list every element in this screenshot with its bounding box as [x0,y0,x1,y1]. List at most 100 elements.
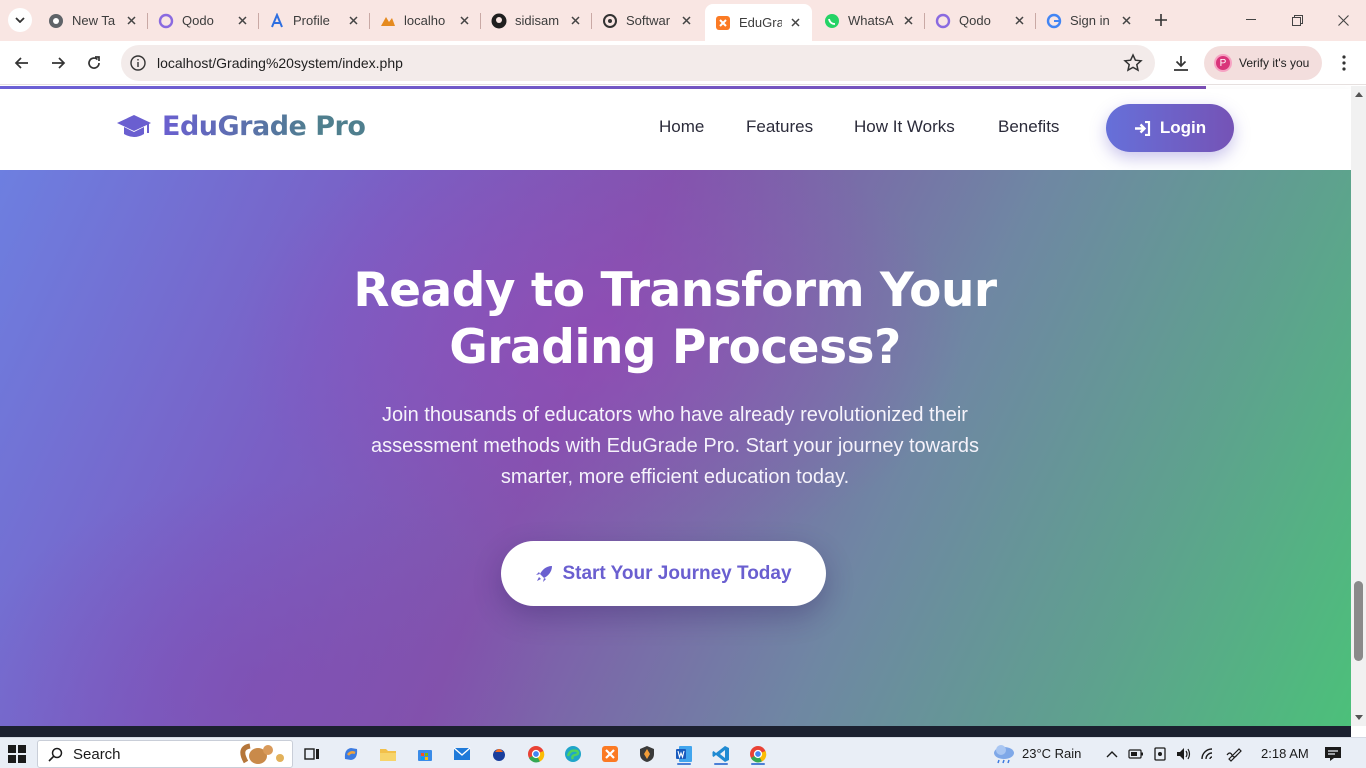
nav-link-benefits[interactable]: Benefits [998,117,1059,137]
google-icon [1046,13,1062,29]
copilot-icon[interactable] [340,743,362,765]
file-explorer-icon[interactable] [377,743,399,765]
browser-menu-button[interactable] [1332,50,1356,76]
nav-link-home[interactable]: Home [659,117,704,137]
pen-input-icon[interactable] [1224,743,1246,765]
forward-button[interactable] [44,49,72,77]
more-vertical-icon [1342,55,1346,71]
taskbar-search-box[interactable]: Search [37,740,293,768]
xampp-icon [715,15,731,31]
start-journey-button[interactable]: Start Your Journey Today [501,541,826,606]
download-icon [1174,56,1188,71]
site-logo[interactable]: EduGrade Pro [116,111,366,142]
close-tab-icon[interactable] [457,14,471,28]
browser-tab[interactable]: sidisam [481,6,592,35]
page-scrollbar[interactable] [1351,86,1366,726]
whatsapp-icon [824,13,840,29]
edge-icon[interactable] [562,743,584,765]
close-window-button[interactable] [1320,6,1366,34]
volume-icon[interactable] [1172,743,1194,765]
xampp-taskbar-icon[interactable] [599,743,621,765]
chrome-taskbar-icon[interactable] [525,743,547,765]
browser-tab[interactable]: Qodo [148,6,259,35]
search-highlight-squirrel-icon [240,743,284,764]
meet-now-icon[interactable] [1149,743,1171,765]
nav-link-how-it-works[interactable]: How It Works [854,117,955,137]
tab-title: Qodo [182,13,214,28]
show-hidden-icons-chevron-icon[interactable] [1101,743,1123,765]
plus-icon [1155,14,1167,26]
browser-tab[interactable]: Profile [259,6,370,35]
tab-title: EduGra [739,15,782,30]
vscode-icon[interactable] [710,743,732,765]
browser-tab-active[interactable]: EduGra [705,4,812,41]
notifications-icon[interactable] [1322,743,1344,765]
scrollbar-thumb[interactable] [1354,581,1363,661]
tab-title: Profile [293,13,330,28]
tab-search-button[interactable] [8,8,32,32]
scroll-up-arrow-icon[interactable] [1354,90,1363,99]
hero-subtitle: Join thousands of educators who have alr… [370,404,980,488]
hero-title-line-1: Ready to Transform Your [353,263,997,318]
login-button[interactable]: Login [1106,104,1234,152]
close-tab-icon[interactable] [788,16,802,30]
arrow-left-icon [14,57,28,69]
profile-a-icon [269,12,285,29]
profile-verify-button[interactable]: P Verify it's you [1204,46,1322,80]
browser-tab-strip: New Ta Qodo Profile localho sidisam Soft… [0,0,1366,41]
back-button[interactable] [8,49,36,77]
close-tab-icon[interactable] [679,14,693,28]
close-tab-icon[interactable] [1012,14,1026,28]
microsoft-store-icon[interactable] [414,743,436,765]
weather-text[interactable]: 23°C Rain [1022,746,1081,761]
close-tab-icon[interactable] [235,14,249,28]
weather-rain-icon[interactable] [992,743,1016,765]
browser-tab[interactable]: WhatsA [814,6,925,35]
brand-name: EduGrade Pro [162,111,366,142]
new-tab-button[interactable] [1149,8,1173,32]
battery-icon[interactable] [1125,743,1147,765]
tab-title: WhatsA [848,13,894,28]
chrome-active-icon[interactable] [747,743,769,765]
site-info-icon[interactable] [129,54,147,72]
browser-tab[interactable]: Softwar [592,6,703,35]
task-view-icon[interactable] [301,743,323,765]
close-tab-icon[interactable] [124,14,138,28]
close-icon [1337,14,1349,26]
app-icon-colorful[interactable] [488,743,510,765]
search-placeholder: Search [73,745,121,763]
clock-time[interactable]: 2:18 AM [1261,746,1309,761]
tab-title: Softwar [626,13,671,28]
wifi-icon[interactable] [1197,743,1219,765]
shield-app-icon[interactable] [636,743,658,765]
site-header: EduGrade Pro Home Features How It Works … [0,89,1351,170]
close-tab-icon[interactable] [346,14,360,28]
word-icon[interactable] [673,743,695,765]
close-tab-icon[interactable] [901,14,915,28]
browser-tab[interactable]: localho [370,6,481,35]
arrow-right-icon [52,57,66,69]
phpmyadmin-icon [380,13,396,29]
close-tab-icon[interactable] [568,14,582,28]
browser-tab[interactable]: New Ta [38,6,148,35]
downloads-button[interactable] [1168,50,1194,76]
browser-tab[interactable]: Sign in [1036,6,1143,35]
hero-title: Ready to Transform Your Grading Process? [275,262,1075,376]
bookmark-star-icon[interactable] [1123,53,1143,73]
browser-tab[interactable]: Qodo [925,6,1036,35]
mail-icon[interactable] [451,743,473,765]
url-text[interactable]: localhost/Grading%20system/index.php [157,55,403,71]
sign-in-icon [1134,120,1150,136]
cta-hero-section: Ready to Transform Your Grading Process?… [0,170,1351,726]
tab-title: New Ta [72,13,116,28]
minimize-button[interactable] [1228,6,1274,34]
login-label: Login [1159,118,1207,137]
scroll-down-arrow-icon[interactable] [1354,713,1363,722]
address-bar[interactable]: localhost/Grading%20system/index.php [121,45,1155,81]
reload-button[interactable] [80,49,108,77]
restore-button[interactable] [1274,6,1320,34]
nav-link-features[interactable]: Features [746,117,813,137]
windows-start-icon[interactable] [8,745,26,763]
minimize-icon [1246,19,1256,20]
close-tab-icon[interactable] [1119,14,1133,28]
